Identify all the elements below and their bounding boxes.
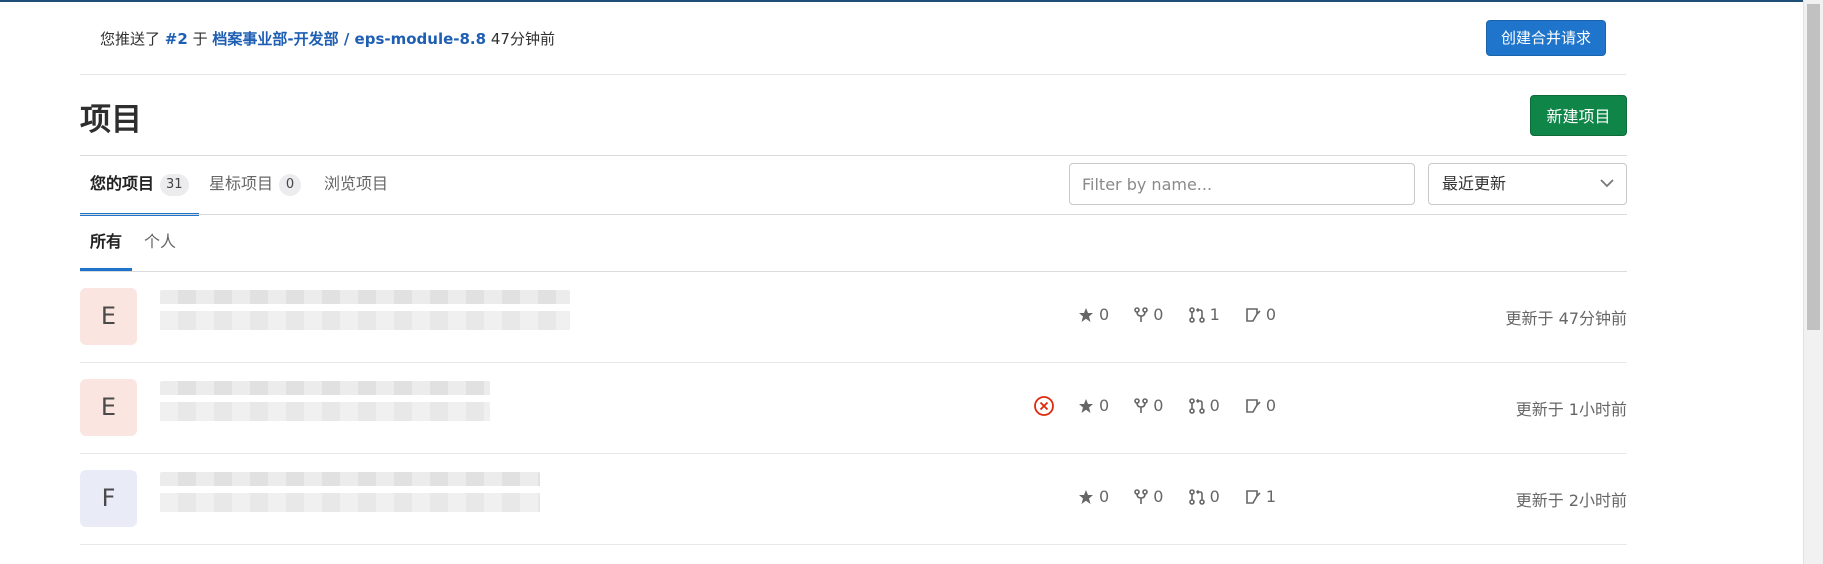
divider [80,214,1627,215]
project-avatar[interactable]: F [80,470,137,527]
project-updated-time: 更新于 1小时前 [1515,400,1627,419]
sort-dropdown-label: 最近更新 [1442,174,1507,193]
push-time: 47分钟前 [490,30,555,48]
push-prefix: 您推送了 [100,30,161,48]
issue-count[interactable]: 1 [1245,487,1276,506]
star-icon [1079,490,1093,504]
merge-request-count[interactable]: 1 [1188,305,1220,324]
stat-value: 0 [1099,487,1110,506]
stat-value: 0 [1209,487,1220,506]
merge-request-icon [1188,307,1205,323]
tab-your-projects[interactable]: 您的项目 31 [80,156,199,216]
fork-icon [1134,398,1149,413]
merge-request-count[interactable]: 0 [1188,396,1220,415]
subtab-personal[interactable]: 个人 [144,215,176,271]
create-merge-request-button[interactable]: 创建合并请求 [1485,20,1606,56]
tab-explore-projects[interactable]: 浏览项目 [324,156,388,213]
project-row[interactable]: F 0 0 0 1 更新于 2小时前 [80,454,1627,545]
issue-count[interactable]: 0 [1245,396,1276,415]
stat-value: 0 [1153,305,1164,324]
push-project-link[interactable]: 档案事业部-开发部 / eps-module-8.8 [212,30,486,48]
tab-label: 您的项目 [90,174,155,193]
issues-icon [1246,308,1261,322]
project-avatar[interactable]: E [80,288,137,345]
project-row[interactable]: E 0 0 0 0 更新于 1小时前 [80,363,1627,454]
push-ref-link[interactable]: #2 [165,30,188,48]
chevron-down-icon [1600,179,1614,188]
subtab-all[interactable]: 所有 [80,215,133,271]
star-count[interactable]: 0 [1078,487,1109,506]
stat-value: 0 [1265,396,1277,415]
star-count[interactable]: 0 [1078,305,1109,324]
push-notification: 您推送了 #2 于 档案事业部-开发部 / eps-module-8.8 47分… [80,2,1626,75]
project-stats: 0 0 0 1 [1078,486,1296,510]
merge-request-count[interactable]: 0 [1188,487,1220,506]
project-stats: 0 0 1 0 [1078,304,1296,328]
issues-icon [1246,490,1261,504]
merge-request-icon [1188,398,1205,414]
merge-request-icon [1188,489,1205,505]
stat-value: 0 [1099,396,1110,415]
star-count[interactable]: 0 [1078,396,1109,415]
project-name-redacted [160,472,540,527]
vertical-scrollbar[interactable] [1803,0,1823,564]
star-icon [1079,308,1093,322]
fork-count[interactable]: 0 [1134,487,1163,506]
project-name-redacted [160,381,490,436]
tab-starred-projects[interactable]: 星标项目 0 [209,156,302,213]
tab-label: 浏览项目 [324,174,389,193]
divider [80,155,1627,156]
stat-value: 1 [1265,487,1277,506]
project-updated-time: 更新于 2小时前 [1515,491,1627,510]
sort-dropdown[interactable]: 最近更新 [1428,163,1627,205]
project-stats: 0 0 0 0 [1078,395,1296,419]
issue-count[interactable]: 0 [1245,305,1276,324]
push-notification-text: 您推送了 #2 于 档案事业部-开发部 / eps-module-8.8 47分… [100,28,555,49]
tab-label: 星标项目 [209,174,274,193]
new-project-button[interactable]: 新建项目 [1530,95,1627,136]
project-avatar[interactable]: E [80,379,137,436]
fork-count[interactable]: 0 [1134,396,1163,415]
stat-value: 0 [1153,487,1164,506]
stat-value: 0 [1209,396,1220,415]
fork-icon [1134,307,1149,322]
stat-value: 0 [1265,305,1277,324]
tab-count-badge: 31 [160,173,189,196]
push-middle: 于 [192,30,208,48]
filter-by-name-input[interactable] [1069,163,1415,205]
fork-icon [1134,489,1149,504]
scrollbar-thumb[interactable] [1807,4,1820,330]
project-updated-time: 更新于 47分钟前 [1505,309,1627,328]
page-title: 项目 [80,102,142,138]
stat-value: 1 [1209,305,1220,324]
star-icon [1079,399,1093,413]
stat-value: 0 [1099,305,1110,324]
issues-icon [1246,399,1261,413]
tab-count-badge: 0 [279,173,302,196]
stat-value: 0 [1153,396,1164,415]
project-row[interactable]: E 0 0 1 0 更新于 47分钟前 [80,272,1627,363]
pipeline-failed-icon[interactable] [1033,395,1055,417]
fork-count[interactable]: 0 [1134,305,1163,324]
project-name-redacted [160,290,570,345]
